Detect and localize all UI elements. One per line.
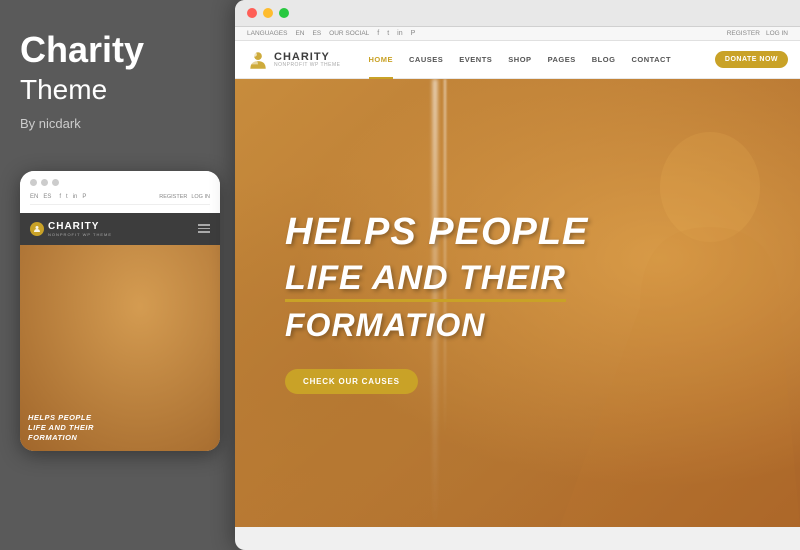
desktop-logo-text: CHARITY xyxy=(274,52,341,63)
mobile-nav-header: CHARITY NONPROFIT WP THEME xyxy=(20,213,220,245)
donate-button[interactable]: DONATE NOW xyxy=(715,51,788,68)
theme-title: Charity xyxy=(20,30,144,70)
desktop-window-controls xyxy=(235,0,800,27)
mobile-fb-icon: f xyxy=(59,194,61,200)
twitter-icon[interactable]: t xyxy=(387,30,389,37)
mobile-hero: HELPS PEOPLELIFE AND THEIRFORMATION xyxy=(20,245,220,451)
mobile-dot-3 xyxy=(52,179,59,186)
pinterest-icon[interactable]: P xyxy=(411,30,416,37)
lang-es[interactable]: ES xyxy=(313,30,322,37)
mobile-logo-sub: NONPROFIT WP THEME xyxy=(48,232,112,237)
linkedin-icon[interactable]: in xyxy=(397,30,402,37)
hero-title-underlined: LIFE AND THEIR xyxy=(285,260,566,302)
hero-content: HELPS PEOPLE LIFE AND THEIR FORMATION CH… xyxy=(285,212,588,394)
maximize-dot[interactable] xyxy=(279,8,289,18)
mobile-logo: CHARITY NONPROFIT WP THEME xyxy=(30,221,112,237)
fb-icon[interactable]: f xyxy=(377,30,379,37)
mobile-social-bar: EN ES f t in P REGISTER LOG IN xyxy=(30,194,210,205)
nav-item-shop[interactable]: SHOP xyxy=(500,41,539,79)
desktop-logo-sub: NONPROFIT WP THEME xyxy=(274,63,341,68)
desktop-nav-items: HOME CAUSES EVENTS SHOP PAGES BLOG CONTA… xyxy=(361,41,715,79)
login-link[interactable]: LOG IN xyxy=(766,30,788,37)
close-dot[interactable] xyxy=(247,8,257,18)
mobile-lang-en: EN xyxy=(30,194,38,200)
nav-item-causes[interactable]: CAUSES xyxy=(401,41,451,79)
desktop-hero: HELPS PEOPLE LIFE AND THEIR FORMATION CH… xyxy=(235,79,800,527)
mobile-tw-icon: t xyxy=(66,194,68,200)
nav-item-contact[interactable]: CONTACT xyxy=(623,41,679,79)
nav-item-pages[interactable]: PAGES xyxy=(540,41,584,79)
mobile-in-icon: in xyxy=(73,194,78,200)
mobile-dot-2 xyxy=(41,179,48,186)
desktop-mockup: LANGUAGES EN ES OUR SOCIAL f t in P REGI… xyxy=(235,0,800,550)
left-panel: Charity Theme By nicdark EN ES f t in P xyxy=(0,0,240,550)
mobile-hero-text: HELPS PEOPLELIFE AND THEIRFORMATION xyxy=(28,413,94,442)
theme-subtitle: Theme xyxy=(20,74,107,106)
lang-en[interactable]: EN xyxy=(295,30,304,37)
hero-title-line1: HELPS PEOPLE xyxy=(285,212,588,254)
mobile-lang-es: ES xyxy=(43,194,51,200)
mobile-pi-icon: P xyxy=(82,194,86,200)
nav-item-events[interactable]: EVENTS xyxy=(451,41,500,79)
mobile-hamburger[interactable] xyxy=(198,224,210,233)
hero-person-silhouette xyxy=(560,107,800,527)
hero-title-line3: FORMATION xyxy=(285,308,588,343)
logo-icon xyxy=(247,49,269,71)
register-link[interactable]: REGISTER xyxy=(727,30,760,37)
hero-cta-button[interactable]: CHECK OUR CAUSES xyxy=(285,369,418,394)
our-social-label: OUR SOCIAL xyxy=(329,30,369,37)
minimize-dot[interactable] xyxy=(263,8,273,18)
theme-author: By nicdark xyxy=(20,116,81,131)
hero-title-line2: LIFE AND THEIR xyxy=(285,260,588,302)
nav-item-home[interactable]: HOME xyxy=(361,41,402,79)
mobile-logo-icon xyxy=(30,222,44,236)
desktop-nav: CHARITY NONPROFIT WP THEME HOME CAUSES E… xyxy=(235,41,800,79)
desktop-logo: CHARITY NONPROFIT WP THEME xyxy=(247,49,341,71)
mobile-logo-text: CHARITY xyxy=(48,221,112,232)
nav-item-blog[interactable]: BLOG xyxy=(584,41,624,79)
languages-label: LANGUAGES xyxy=(247,30,287,37)
desktop-header-bar: LANGUAGES EN ES OUR SOCIAL f t in P REGI… xyxy=(235,27,800,41)
mobile-mockup: EN ES f t in P REGISTER LOG IN xyxy=(20,171,220,451)
mobile-dot-1 xyxy=(30,179,37,186)
mobile-login-link[interactable]: LOG IN xyxy=(191,194,210,200)
mobile-register-link[interactable]: REGISTER xyxy=(159,194,187,200)
